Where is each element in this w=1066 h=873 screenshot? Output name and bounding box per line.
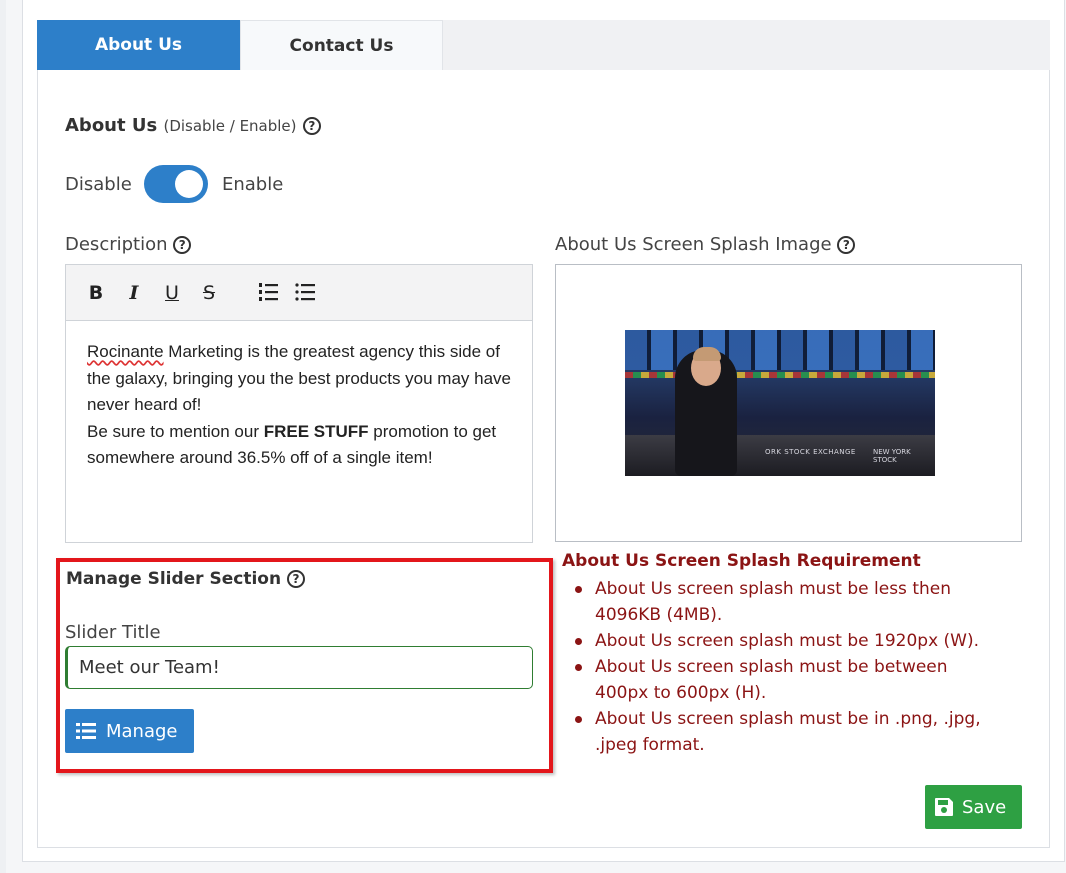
italic-icon[interactable]: I	[122, 281, 146, 305]
splash-image-preview: ORK STOCK EXCHANGE NEW YORK STOCK	[625, 330, 935, 476]
toggle-disable-label: Disable	[65, 174, 132, 195]
save-button[interactable]: Save	[925, 785, 1022, 829]
toggle-knob	[175, 170, 203, 198]
photo-sign-text: ORK STOCK EXCHANGE	[765, 448, 856, 456]
help-icon[interactable]: ?	[287, 570, 305, 588]
about-us-heading-sub: (Disable / Enable)	[163, 117, 297, 135]
photo-sign-text-2: NEW YORK STOCK	[873, 448, 911, 464]
requirement-item: About Us screen splash must be less then…	[575, 576, 995, 628]
misspelled-word: Rocinante	[87, 342, 164, 361]
strikethrough-icon[interactable]: S	[197, 281, 221, 305]
photo-screens	[625, 330, 935, 370]
editor-bold-text: FREE STUFF	[263, 421, 369, 441]
save-button-label: Save	[962, 796, 1007, 818]
tab-about-us[interactable]: About Us	[37, 20, 240, 70]
manage-button[interactable]: Manage	[65, 709, 194, 753]
floppy-disk-icon	[935, 798, 953, 816]
editor-toolbar: B I U S	[66, 265, 532, 321]
bold-icon[interactable]: B	[84, 281, 108, 305]
slider-section-heading-text: Manage Slider Section	[66, 569, 282, 589]
requirement-item: About Us screen splash must be 1920px (W…	[575, 628, 995, 654]
about-us-heading: About Us (Disable / Enable) ?	[65, 115, 321, 136]
ordered-list-icon[interactable]	[256, 281, 280, 305]
requirements-title: About Us Screen Splash Requirement	[562, 551, 921, 571]
splash-image-label-text: About Us Screen Splash Image	[555, 234, 832, 255]
slider-section-heading: Manage Slider Section ?	[66, 569, 305, 589]
help-icon[interactable]: ?	[837, 236, 856, 254]
photo-lights	[625, 372, 935, 378]
description-label: Description ?	[65, 234, 192, 255]
requirements-list: About Us screen splash must be less then…	[575, 576, 995, 758]
requirement-item: About Us screen splash must be between 4…	[575, 654, 995, 706]
editor-content[interactable]: Rocinante Marketing is the greatest agen…	[66, 321, 532, 472]
help-icon[interactable]: ?	[302, 117, 321, 135]
manage-button-label: Manage	[106, 720, 178, 742]
splash-image-label: About Us Screen Splash Image ?	[555, 234, 856, 255]
about-us-heading-title: About Us	[65, 115, 158, 136]
tab-contact-us[interactable]: Contact Us	[240, 20, 443, 70]
slider-title-input[interactable]	[65, 646, 533, 689]
slider-title-label: Slider Title	[65, 622, 161, 643]
editor-paragraph-2: Be sure to mention our FREE STUFF promot…	[87, 419, 512, 472]
requirement-item: About Us screen splash must be in .png, …	[575, 706, 995, 758]
description-label-text: Description	[65, 234, 168, 255]
toggle-enable-label: Enable	[222, 174, 284, 195]
unordered-list-icon[interactable]	[293, 281, 317, 305]
underline-icon[interactable]: U	[160, 281, 184, 305]
help-icon[interactable]: ?	[173, 236, 192, 254]
editor-paragraph-2-text-a: Be sure to mention our	[87, 421, 264, 441]
editor-paragraph-1: Rocinante Marketing is the greatest agen…	[87, 339, 512, 419]
page-left-edge	[0, 0, 6, 873]
splash-image-upload[interactable]: ORK STOCK EXCHANGE NEW YORK STOCK	[555, 264, 1022, 542]
list-icon	[76, 723, 96, 739]
about-us-enable-toggle[interactable]	[144, 165, 208, 203]
photo-hair	[693, 347, 721, 361]
tab-bar: About Us Contact Us	[37, 20, 1050, 71]
description-editor: B I U S Rocinante Marketing is the great…	[65, 264, 533, 543]
